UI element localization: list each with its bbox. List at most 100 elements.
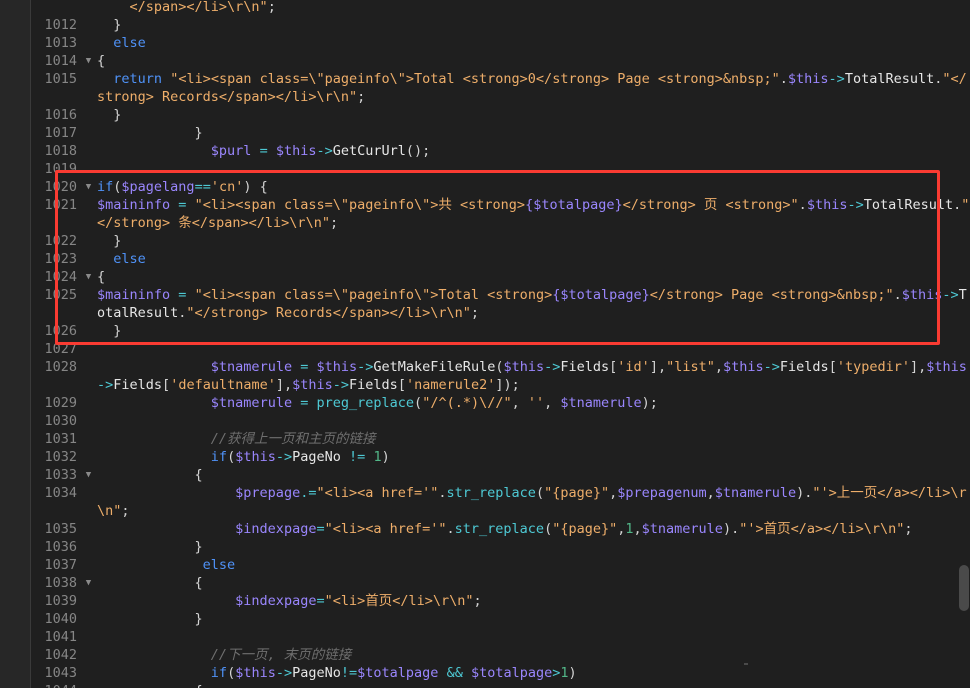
code-text[interactable]: } xyxy=(96,610,970,628)
code-line[interactable]: 1015 return "<li><span class=\"pageinfo\… xyxy=(31,70,970,106)
code-line[interactable]: 1040 } xyxy=(31,610,970,628)
code-text[interactable]: $maininfo = "<li><span class=\"pageinfo\… xyxy=(96,196,970,232)
code-line[interactable]: 1039 $indexpage="<li>首页</li>\r\n"; xyxy=(31,592,970,610)
code-text[interactable]: { xyxy=(96,682,970,688)
token-cmt: //获得上一页和主页的链接 xyxy=(210,431,376,447)
code-line[interactable]: 1041 xyxy=(31,628,970,646)
token-punc xyxy=(97,35,113,51)
code-line[interactable]: 1042 //下一页, 末页的链接 xyxy=(31,646,970,664)
fold-arrow-icon[interactable] xyxy=(81,178,96,196)
code-line[interactable]: 1016 } xyxy=(31,106,970,124)
token-punc xyxy=(251,143,259,159)
code-line[interactable]: 1012 } xyxy=(31,16,970,34)
code-line[interactable]: 1017 } xyxy=(31,124,970,142)
code-line[interactable]: 1043 if($this->PageNo!=$totalpage && $to… xyxy=(31,664,970,682)
token-punc xyxy=(97,593,235,609)
code-text[interactable] xyxy=(96,160,970,178)
code-line[interactable]: 1038 { xyxy=(31,574,970,592)
code-text[interactable]: } xyxy=(96,16,970,34)
code-text[interactable]: //下一页, 末页的链接 xyxy=(96,646,970,664)
code-line[interactable]: 1028 $tnamerule = $this->GetMakeFileRule… xyxy=(31,358,970,394)
token-op: -> xyxy=(357,359,374,375)
code-line[interactable]: 1013 else xyxy=(31,34,970,52)
code-line[interactable]: 1029 $tnamerule = preg_replace("/^(.*)\/… xyxy=(31,394,970,412)
code-line[interactable]: 1019 xyxy=(31,160,970,178)
token-var: $tnamerule xyxy=(714,485,797,501)
code-line[interactable]: 1033 { xyxy=(31,466,970,484)
code-text[interactable]: } xyxy=(96,322,970,340)
code-text[interactable]: else xyxy=(96,34,970,52)
token-meth: TotalResult xyxy=(863,197,954,213)
code-text[interactable]: } xyxy=(96,232,970,250)
code-text[interactable]: </span></li>\r\n"; xyxy=(96,0,970,16)
code-text[interactable]: return "<li><span class=\"pageinfo\">Tot… xyxy=(96,70,970,106)
token-str: "{page}" xyxy=(552,521,618,537)
code-line[interactable]: 1027 xyxy=(31,340,970,358)
code-line[interactable]: 1035 $indexpage="<li><a href='".str_repl… xyxy=(31,520,970,538)
code-line[interactable]: 1018 $purl = $this->GetCurUrl(); xyxy=(31,142,970,160)
code-line[interactable]: 1023 else xyxy=(31,250,970,268)
fold-arrow-icon[interactable] xyxy=(81,268,96,286)
code-text[interactable]: if($this->PageNo!=$totalpage && $totalpa… xyxy=(96,664,970,682)
code-text[interactable] xyxy=(96,628,970,646)
code-text[interactable]: else xyxy=(96,250,970,268)
token-var: $this xyxy=(316,359,358,375)
code-line[interactable]: 1024 { xyxy=(31,268,970,286)
code-text[interactable]: $maininfo = "<li><span class=\"pageinfo\… xyxy=(96,286,970,322)
code-text[interactable]: $tnamerule = $this->GetMakeFileRule($thi… xyxy=(96,358,970,394)
code-text[interactable]: } xyxy=(96,124,970,142)
code-line[interactable]: 1031 //获得上一页和主页的链接 xyxy=(31,430,970,448)
code-text[interactable]: if($this->PageNo != 1) xyxy=(96,448,970,466)
code-text[interactable] xyxy=(96,412,970,430)
token-meth: Fields xyxy=(560,359,610,375)
code-content-area[interactable]: </span></li>\r\n";1012 }1013 else1014{10… xyxy=(31,0,970,688)
token-var: $maininfo xyxy=(97,287,171,303)
code-text[interactable]: { xyxy=(96,268,970,286)
code-text[interactable]: } xyxy=(96,538,970,556)
fold-arrow-icon[interactable] xyxy=(81,52,96,70)
code-text[interactable]: $indexpage="<li>首页</li>\r\n"; xyxy=(96,592,970,610)
token-punc xyxy=(97,629,105,645)
token-meth: PageNo xyxy=(292,449,341,465)
code-text[interactable]: $tnamerule = preg_replace("/^(.*)\//", '… xyxy=(96,394,970,412)
fold-arrow-icon[interactable] xyxy=(81,466,96,484)
code-text[interactable]: $prepage.="<li><a href='".str_replace("{… xyxy=(96,484,970,520)
code-line[interactable]: 1037 else xyxy=(31,556,970,574)
code-editor[interactable]: </span></li>\r\n";1012 }1013 else1014{10… xyxy=(0,0,970,688)
token-punc: ], xyxy=(275,377,293,393)
code-text[interactable]: $indexpage="<li><a href='".str_replace("… xyxy=(96,520,970,538)
code-text[interactable] xyxy=(96,340,970,358)
token-punc: ]); xyxy=(495,377,520,393)
code-line[interactable]: 1020 if($pagelang=='cn') { xyxy=(31,178,970,196)
line-number: 1040 xyxy=(44,611,77,627)
code-line[interactable]: 1032 if($this->PageNo != 1) xyxy=(31,448,970,466)
token-punc: ], xyxy=(909,359,927,375)
code-text[interactable]: if($pagelang=='cn') { xyxy=(96,178,970,196)
code-line[interactable]: 1021 $maininfo = "<li><span class=\"pagei… xyxy=(31,196,970,232)
code-line[interactable]: 1026 } xyxy=(31,322,970,340)
code-line[interactable]: </span></li>\r\n"; xyxy=(31,0,970,16)
token-punc: ( xyxy=(535,485,545,501)
code-line[interactable]: 1044 { xyxy=(31,682,970,688)
code-text[interactable]: { xyxy=(96,52,970,70)
code-line[interactable]: 1030 xyxy=(31,412,970,430)
fold-arrow-icon[interactable] xyxy=(81,574,96,592)
code-text[interactable]: $purl = $this->GetCurUrl(); xyxy=(96,142,970,160)
vertical-scrollbar[interactable] xyxy=(958,0,970,688)
scrollbar-thumb[interactable] xyxy=(959,565,969,611)
code-text[interactable]: //获得上一页和主页的链接 xyxy=(96,430,970,448)
fold-arrow-icon[interactable] xyxy=(81,682,96,688)
code-text[interactable]: } xyxy=(96,106,970,124)
code-line[interactable]: 1014 { xyxy=(31,52,970,70)
code-line[interactable]: 1036 } xyxy=(31,538,970,556)
code-line[interactable]: 1022 } xyxy=(31,232,970,250)
token-punc: { xyxy=(97,575,203,591)
code-text[interactable]: { xyxy=(96,466,970,484)
code-text[interactable]: { xyxy=(96,574,970,592)
code-line[interactable]: 1025 $maininfo = "<li><span class=\"pagei… xyxy=(31,286,970,322)
token-fn: preg_replace xyxy=(316,395,415,411)
line-number: 1039 xyxy=(44,593,77,609)
code-line[interactable]: 1034 $prepage.="<li><a href='".str_repla… xyxy=(31,484,970,520)
line-number: 1031 xyxy=(44,431,77,447)
code-text[interactable]: else xyxy=(96,556,970,574)
